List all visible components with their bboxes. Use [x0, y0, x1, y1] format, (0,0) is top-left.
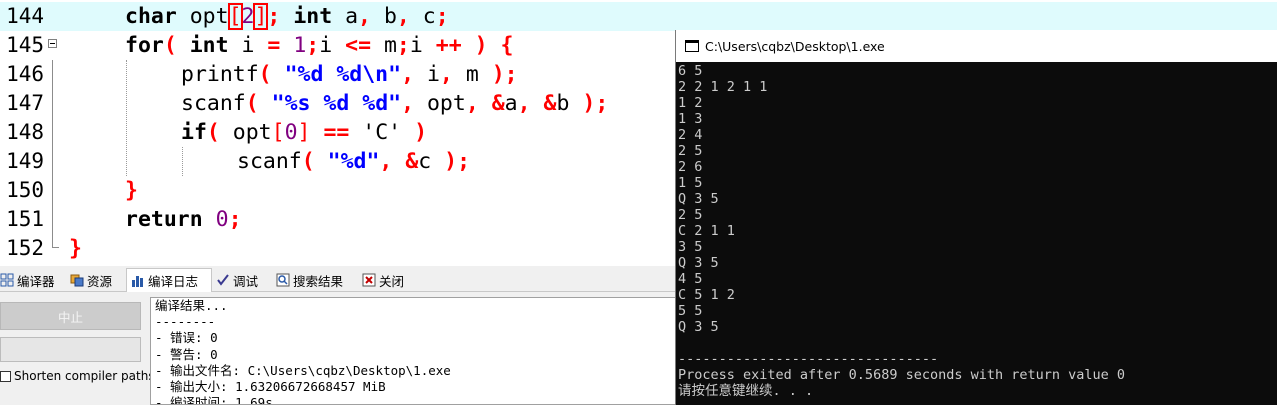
console-line: 2 5	[678, 143, 703, 159]
console-line: Process exited after 0.5689 seconds with…	[678, 367, 1126, 383]
console-line: Q 3 5	[678, 319, 719, 335]
tab-close[interactable]: 关闭	[362, 269, 404, 291]
bracket-highlight: ]	[253, 3, 269, 30]
fold-line	[52, 118, 53, 147]
code-text[interactable]: }	[125, 176, 138, 205]
check-icon	[216, 273, 230, 287]
console-line: --------------------------------	[678, 351, 939, 367]
tab-resources[interactable]: 资源	[70, 269, 112, 291]
code-text[interactable]: }	[69, 234, 82, 263]
log-line: --------	[155, 314, 216, 330]
fold-end-marker	[52, 234, 59, 248]
console-title: C:\Users\cqbz\Desktop\1.exe	[705, 38, 885, 54]
console-line: 2 2 1 2 1 1	[678, 79, 768, 95]
console-line: 5 5	[678, 303, 703, 319]
fold-collapse-icon[interactable]	[48, 39, 57, 48]
console-line: 6 5	[678, 63, 703, 79]
line-number: 152	[6, 236, 44, 260]
code-text[interactable]: for( int i = 1;i <= m;i ++ ) {	[125, 31, 513, 60]
console-line: 2 6	[678, 159, 703, 175]
code-text[interactable]: scanf( "%s %d %d", opt, &a, &b );	[181, 89, 608, 118]
tab-compile-log[interactable]: 编译日志	[126, 268, 212, 292]
indent-guide	[182, 147, 183, 176]
checkbox-box[interactable]	[0, 370, 11, 382]
console-title-bar[interactable]: C:\Users\cqbz\Desktop\1.exe	[676, 30, 1277, 62]
console-line: C 5 1 2	[678, 287, 735, 303]
compile-log-output[interactable]: 编译结果... -------- - 错误: 0 - 警告: 0 - 输出文件名…	[150, 297, 680, 405]
console-line: 2 5	[678, 207, 703, 223]
fold-line	[52, 60, 53, 89]
panel-tab-bar: 编译器 资源 编译日志 调试 搜索结果 关闭	[0, 268, 680, 292]
close-icon	[362, 273, 376, 287]
grid-icon	[0, 273, 14, 287]
line-number: 148	[6, 120, 44, 144]
console-app-icon	[685, 40, 699, 52]
console-line: 1 3	[678, 111, 703, 127]
bottom-panel: 编译器 资源 编译日志 调试 搜索结果 关闭 中止 Shorten compil…	[0, 266, 680, 405]
line-number: 145	[6, 33, 44, 57]
code-text[interactable]: char opt[2]; int a, b, c;	[125, 2, 449, 31]
console-window[interactable]: C:\Users\cqbz\Desktop\1.exe 6 5 2 2 1 2 …	[675, 30, 1277, 405]
tab-debug[interactable]: 调试	[216, 269, 258, 291]
tab-search-results[interactable]: 搜索结果	[276, 269, 343, 291]
line-number: 149	[6, 149, 44, 173]
log-line: - 错误: 0	[155, 330, 218, 346]
code-text[interactable]: return 0;	[125, 205, 242, 234]
fold-line	[52, 176, 53, 205]
console-line: Q 3 5	[678, 255, 719, 271]
console-line: C 2 1 1	[678, 223, 735, 239]
code-text[interactable]: if( opt[0] == 'C' )	[181, 118, 427, 147]
bracket-highlight: [	[227, 3, 243, 30]
fold-line	[52, 89, 53, 118]
shorten-compiler-paths-checkbox[interactable]: Shorten compiler paths	[0, 367, 155, 385]
code-text[interactable]: scanf( "%d", &c );	[237, 147, 470, 176]
console-line: 4 5	[678, 271, 703, 287]
code-text[interactable]: printf( "%d %d\n", i, m );	[181, 60, 518, 89]
compile-progress-bar	[0, 337, 141, 362]
resources-icon	[70, 273, 84, 287]
console-line: 请按任意键继续. . .	[678, 383, 814, 399]
log-line: - 编译时间: 1.69s	[155, 395, 273, 405]
search-results-icon	[276, 273, 290, 287]
fold-line	[52, 205, 53, 234]
console-output[interactable]: 6 5 2 2 1 2 1 1 1 2 1 3 2 4 2 5 2 6 1 5 …	[676, 62, 1277, 405]
code-line[interactable]: 144 char opt[2]; int a, b, c;	[0, 2, 1277, 31]
bar-chart-icon	[131, 274, 145, 288]
console-line: 2 4	[678, 127, 703, 143]
line-number: 151	[6, 207, 44, 231]
log-line: 编译结果...	[155, 298, 228, 313]
console-line: 1 5	[678, 175, 703, 191]
abort-button[interactable]: 中止	[0, 302, 141, 330]
log-line: - 输出文件名: C:\Users\cqbz\Desktop\1.exe	[155, 362, 451, 378]
indent-guide	[126, 60, 127, 176]
line-number: 150	[6, 178, 44, 202]
tab-compiler[interactable]: 编译器	[0, 269, 55, 291]
log-line: - 警告: 0	[155, 346, 218, 362]
console-line: 1 2	[678, 95, 703, 111]
fold-line	[52, 147, 53, 176]
line-number: 147	[6, 91, 44, 115]
line-number: 144	[6, 4, 44, 28]
console-line: 3 5	[678, 239, 703, 255]
log-line: - 输出大小: 1.63206672668457 MiB	[155, 379, 386, 395]
console-line: Q 3 5	[678, 191, 719, 207]
line-number: 146	[6, 62, 44, 86]
